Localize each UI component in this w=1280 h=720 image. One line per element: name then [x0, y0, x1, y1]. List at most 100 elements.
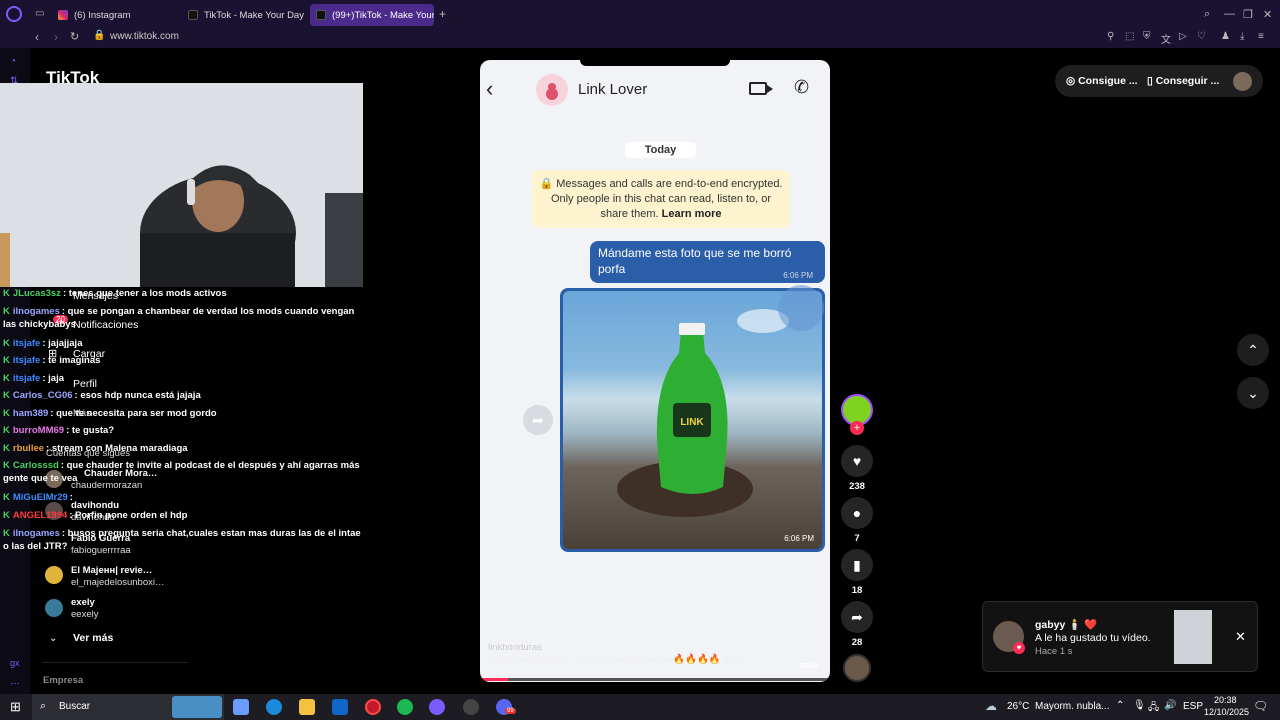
chat-text: :	[69, 492, 73, 503]
tab-instagram[interactable]: (6) Instagram	[52, 4, 177, 26]
webcam-overlay	[0, 83, 363, 287]
chat-message: K JLucas3sz: tenes que tener a los mods a…	[3, 288, 227, 299]
windows-start-icon[interactable]: ⊞	[10, 699, 21, 715]
avatar[interactable]	[45, 566, 63, 584]
url-field[interactable]: www.tiktok.com	[110, 31, 179, 42]
comment-button[interactable]: ●	[841, 497, 873, 529]
see-more-link[interactable]: Ver más	[73, 632, 113, 644]
sidebar-more-icon[interactable]: gx	[10, 658, 20, 668]
search-label: Buscar	[59, 701, 91, 712]
following-handle: el_majedelosunboxi…	[71, 577, 165, 588]
heart-icon[interactable]: ♡	[1197, 31, 1206, 42]
copilot-icon[interactable]	[233, 699, 249, 715]
following-name[interactable]: exely	[71, 597, 95, 608]
chat-user: Carlos_CG06	[12, 390, 73, 401]
chevron-up-icon: ⌃	[1247, 342, 1259, 358]
chat-user: itsjafe	[12, 373, 41, 384]
account-icon[interactable]: ♟	[1221, 31, 1230, 42]
tab-tiktok[interactable]: TikTok - Make Your Day	[182, 4, 307, 26]
tab-title: (99+)TikTok - Make Your	[332, 9, 434, 21]
like-button[interactable]: ♥	[841, 445, 873, 477]
spotify-icon[interactable]	[397, 699, 413, 715]
back-icon[interactable]: ‹	[35, 30, 39, 44]
chat-message: KburroMM69: te gusta?	[3, 425, 115, 436]
chevron-down-icon[interactable]: ⌄	[49, 633, 57, 644]
close-icon[interactable]: ✕	[1235, 629, 1246, 645]
divider	[42, 662, 188, 663]
weather-desc[interactable]: Mayorm. nubla...	[1035, 701, 1109, 712]
forward-icon: ➦	[523, 405, 553, 435]
tab-tiktok-active[interactable]: (99+)TikTok - Make Your	[310, 4, 434, 26]
photo-message: LINK 6:06 PM	[560, 288, 825, 552]
get-app-label: Conseguir ...	[1155, 75, 1220, 87]
following-name[interactable]: El Majeнн| revie…	[71, 565, 152, 576]
toast-text: A le ha gustado tu vídeo.	[1035, 632, 1151, 644]
video-author[interactable]: linkhonduras	[488, 642, 542, 653]
chat-message: Krbullee: stream con Malena maradiaga	[3, 443, 188, 454]
caption-more-button[interactable]: más	[800, 660, 819, 671]
download-icon[interactable]: ⤓	[1240, 31, 1244, 42]
comment-count: 7	[854, 533, 860, 544]
shield-icon[interactable]: ⛨	[1143, 31, 1151, 42]
previous-video-button[interactable]: ⌃	[1237, 334, 1269, 366]
share-count: 28	[851, 637, 863, 648]
minimize-icon[interactable]: —	[1224, 8, 1235, 20]
edge-icon[interactable]	[266, 699, 282, 715]
like-notification-toast[interactable]: ♥ gabyy 🕯️ ❤️ A le ha gustado tu vídeo. …	[982, 601, 1258, 672]
volume-icon[interactable]: 🔊	[1164, 700, 1176, 711]
outlook-icon[interactable]	[332, 699, 348, 715]
search-tabs-icon[interactable]: ⌕	[1204, 8, 1210, 21]
save-button[interactable]: ▮	[841, 549, 873, 581]
video-progress-bar[interactable]	[480, 678, 830, 681]
sidebar-speed-dial-icon[interactable]: ◔	[10, 56, 16, 67]
weather-icon[interactable]: ☁	[985, 699, 997, 713]
forward-icon[interactable]: ›	[54, 30, 58, 44]
notifications-icon[interactable]: 🗨	[1253, 699, 1268, 713]
app-icon[interactable]	[429, 699, 445, 715]
avatar[interactable]	[45, 599, 63, 617]
bottle-photo: LINK 6:06 PM	[563, 291, 822, 549]
heart-icon: ♥	[852, 453, 862, 469]
share-button[interactable]: ➦	[841, 601, 873, 633]
chat-user: itsjafe	[12, 338, 41, 349]
follow-plus-icon[interactable]: +	[850, 421, 864, 435]
obs-icon[interactable]	[463, 699, 479, 715]
taskbar-search[interactable]: ⌕ Buscar	[32, 694, 224, 720]
chat-user: MiGuElMr29	[12, 492, 68, 503]
file-explorer-icon[interactable]	[299, 699, 315, 715]
menu-icon[interactable]: ≡	[1258, 31, 1264, 42]
opera-logo-icon[interactable]	[6, 6, 22, 22]
music-disc-icon[interactable]	[843, 654, 871, 682]
tab-menu-icon[interactable]: ▭	[35, 8, 44, 19]
chat-text: : te imaginas	[42, 355, 101, 366]
reload-icon[interactable]: ↻	[70, 30, 79, 43]
learn-more-link: Learn more	[661, 208, 722, 220]
chat-header: ‹ Link Lover ✆	[480, 60, 830, 120]
translate-icon[interactable]: 文	[1161, 31, 1171, 46]
tray-chevron-icon[interactable]: ⌃	[1116, 700, 1124, 711]
close-window-icon[interactable]: ✕	[1263, 8, 1272, 21]
snapshot-icon[interactable]: ⬚	[1125, 31, 1134, 42]
play-icon[interactable]: ▷	[1179, 31, 1187, 42]
video-call-icon	[749, 82, 773, 95]
clock-date[interactable]: 12/10/2025	[1204, 707, 1249, 717]
video-player[interactable]: ‹ Link Lover ✆ Today 🔒 Messages and call…	[480, 60, 830, 682]
network-icon[interactable]: 🖧	[1148, 700, 1159, 717]
company-link[interactable]: Empresa	[43, 675, 83, 686]
chat-text: : jaja	[42, 373, 64, 384]
get-app-button[interactable]: ▯ Conseguir ...	[1147, 75, 1219, 87]
mic-icon[interactable]: 🎙	[1133, 700, 1146, 711]
opera-gx-icon[interactable]	[365, 699, 381, 715]
weather-temp[interactable]: 26°C	[1007, 701, 1029, 712]
pin-icon[interactable]: ⚲	[1107, 31, 1114, 42]
get-coins-button[interactable]: ◎ Consigue ...	[1066, 75, 1138, 87]
search-highlight-image	[172, 696, 222, 718]
language-indicator[interactable]: ESP	[1183, 701, 1203, 712]
chat-text: : tenes que tener a los mods activos	[62, 288, 227, 299]
maximize-icon[interactable]: ❐	[1243, 8, 1253, 21]
sidebar-options-icon[interactable]: …	[10, 676, 20, 687]
profile-avatar[interactable]	[1233, 72, 1252, 91]
next-video-button[interactable]: ⌄	[1237, 377, 1269, 409]
new-tab-icon[interactable]: +	[439, 7, 446, 21]
clock-time[interactable]: 20:38	[1214, 695, 1237, 705]
